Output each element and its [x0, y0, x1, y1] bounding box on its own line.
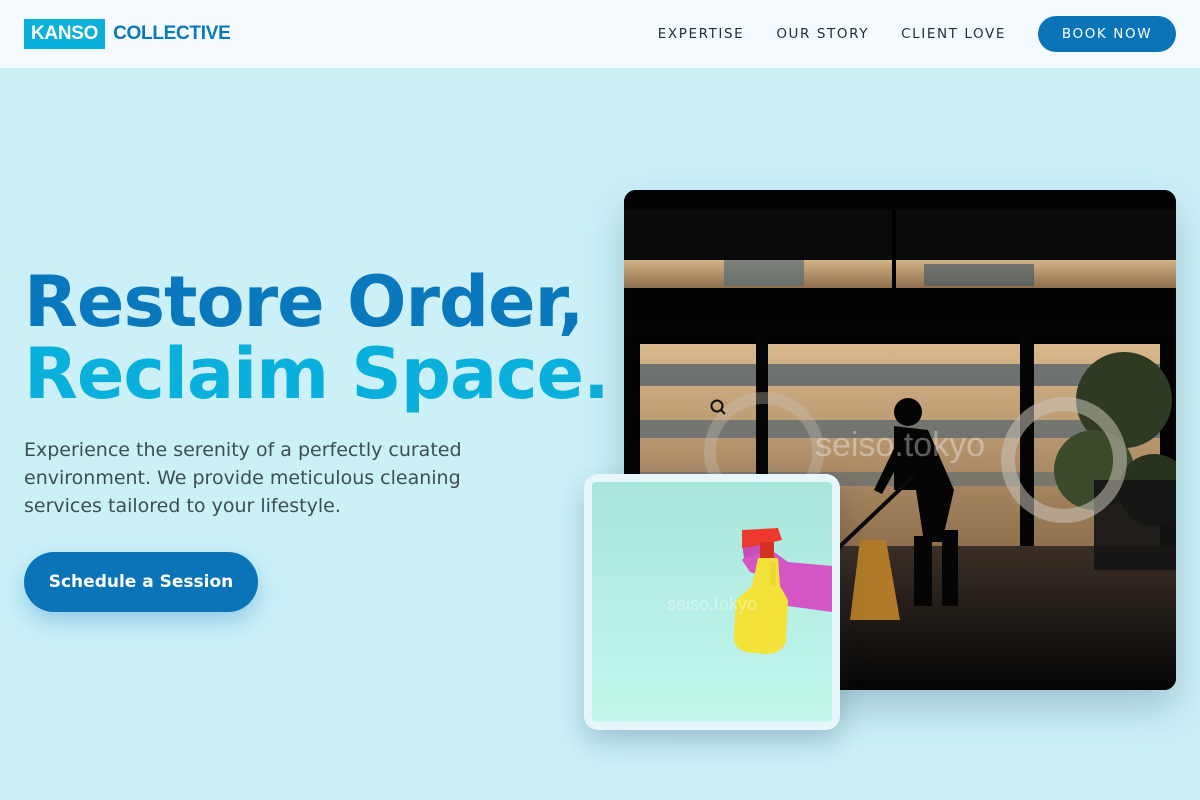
spray-bottle-photo: seiso.tokyo [592, 482, 832, 722]
logo-word-text: COLLECTIVE [113, 23, 231, 44]
nav-link-client-love[interactable]: CLIENT LOVE [901, 26, 1006, 42]
hero-title: Restore Order, Reclaim Space. [24, 266, 624, 410]
spray-bottle-illustration: seiso.tokyo [667, 528, 832, 654]
brand-logo[interactable]: KANSO COLLECTIVE [24, 19, 231, 49]
nav-link-our-story[interactable]: OUR STORY [776, 26, 869, 42]
nav-links: EXPERTISE OUR STORY CLIENT LOVE BOOK NOW [658, 16, 1176, 52]
hero-title-line-2: Reclaim Space. [24, 333, 610, 415]
navbar: KANSO COLLECTIVE EXPERTISE OUR STORY CLI… [0, 0, 1200, 68]
main-photo-watermark: seiso.tokyo [815, 426, 985, 464]
hero-title-line-1: Restore Order, [24, 261, 584, 343]
schedule-session-button[interactable]: Schedule a Session [24, 552, 258, 612]
small-photo-watermark: seiso.tokyo [667, 594, 757, 614]
nav-link-expertise[interactable]: EXPERTISE [658, 26, 745, 42]
book-now-button[interactable]: BOOK NOW [1038, 16, 1176, 52]
logo-box-text: KANSO [24, 19, 106, 49]
hero-subtitle: Experience the serenity of a perfectly c… [24, 439, 462, 517]
spray-photo-frame: seiso.tokyo [584, 474, 840, 730]
